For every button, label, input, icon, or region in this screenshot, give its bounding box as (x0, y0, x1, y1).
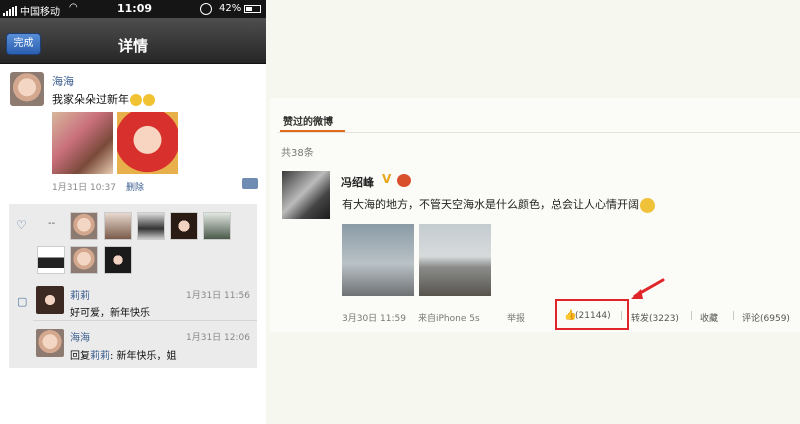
commenter-avatar[interactable] (36, 286, 64, 314)
medal-icon (397, 174, 411, 187)
liker-avatar[interactable] (104, 212, 132, 240)
post-author-name[interactable]: 海海 (52, 73, 74, 89)
weibo-photo[interactable] (419, 224, 491, 296)
post-time: 1月31日 10:37 (52, 183, 116, 193)
separator: | (620, 311, 624, 321)
page-title: 详情 (117, 37, 148, 55)
separator: | (690, 311, 694, 321)
comment-time: 1月31日 12:06 (186, 333, 250, 343)
comment-link[interactable]: 评论(6959) (742, 311, 790, 324)
nav-bar: 完成 详情 (0, 18, 266, 64)
post-photo[interactable] (52, 112, 113, 174)
divider (33, 320, 257, 321)
post-author-avatar[interactable] (10, 72, 44, 106)
comment-bubble-icon: ▢ (17, 295, 28, 308)
comment-text: 回复莉莉: 新年快乐，姐 (70, 347, 177, 362)
wifi-icon: ◠ (69, 2, 78, 13)
like-placeholder: -- (48, 218, 56, 229)
grin-icon (640, 197, 655, 213)
liker-avatar[interactable] (104, 246, 132, 274)
commenter-name[interactable]: 莉莉 (70, 287, 90, 302)
liker-avatar[interactable] (170, 212, 198, 240)
separator: | (732, 311, 736, 321)
carrier-label: 中国移动 (20, 7, 60, 18)
divider (278, 132, 800, 133)
weibo-text-content: 有大海的地方，不管天空海水是什么颜色，总会让人心情开阔 (342, 198, 639, 211)
post-text: 我家朵朵过新年 (52, 91, 155, 107)
reply-target-name[interactable]: 莉莉 (90, 351, 110, 362)
liker-avatar[interactable] (70, 246, 98, 274)
liker-avatar[interactable] (70, 212, 98, 240)
smile-icon (143, 94, 155, 106)
reply-text: : 新年快乐，姐 (110, 351, 177, 362)
lock-rotation-icon (200, 3, 212, 15)
liker-avatar[interactable] (37, 246, 65, 274)
commenter-avatar[interactable] (36, 329, 64, 357)
status-time: 11:09 (117, 2, 153, 15)
commenter-name[interactable]: 海海 (70, 329, 90, 344)
battery-percent: 42% (219, 3, 242, 14)
comment-bubble-icon[interactable] (242, 178, 258, 189)
weibo-card (270, 98, 800, 332)
battery-icon (244, 5, 261, 13)
phone-screen: 中国移动 ◠ 11:09 42% 完成 详情 海海 我家朵朵过新年 1月31日 … (0, 0, 266, 424)
repost-link[interactable]: 转发(3223) (631, 311, 679, 324)
status-bar: 中国移动 ◠ 11:09 42% (0, 0, 266, 18)
signal-icon (3, 5, 18, 16)
delete-link[interactable]: 删除 (126, 180, 144, 193)
liker-avatar[interactable] (137, 212, 165, 240)
comment-time: 1月31日 11:56 (186, 291, 250, 301)
weibo-author-name[interactable]: 冯绍峰 (341, 174, 374, 190)
tab-liked-weibo[interactable]: 赞过的微博 (283, 113, 333, 128)
reply-prefix: 回复 (70, 351, 90, 362)
comment-text: 好可爱，新年快乐 (70, 308, 150, 319)
post-photo[interactable] (117, 112, 178, 174)
red-arrow-icon (631, 278, 665, 299)
weibo-photo[interactable] (342, 224, 414, 296)
weibo-text: 有大海的地方，不管天空海水是什么颜色，总会让人心情开阔 (342, 196, 655, 213)
verified-icon: V (382, 172, 392, 186)
weibo-time[interactable]: 3月30日 11:59 (342, 311, 406, 324)
total-count: 共38条 (281, 148, 314, 159)
like-count[interactable]: (21144) (575, 311, 611, 321)
report-link[interactable]: 举报 (507, 311, 525, 324)
post-text-content: 我家朵朵过新年 (52, 93, 129, 106)
weibo-source[interactable]: 来自iPhone 5s (418, 311, 480, 324)
favorite-link[interactable]: 收藏 (700, 311, 718, 324)
smile-icon (130, 94, 142, 106)
liker-avatar[interactable] (203, 212, 231, 240)
weibo-author-avatar[interactable] (282, 171, 330, 219)
heart-icon: ♡ (16, 218, 27, 232)
